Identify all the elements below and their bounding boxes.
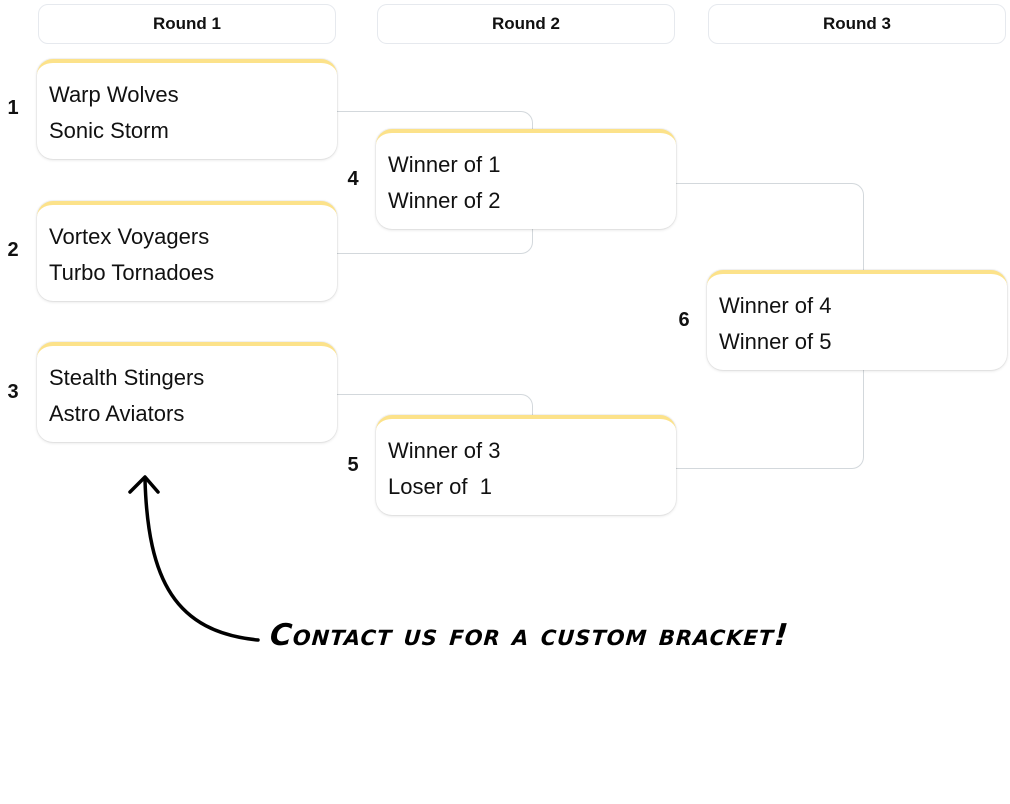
match-number-6: 6 bbox=[678, 309, 690, 331]
team-name: Sonic Storm bbox=[49, 118, 169, 143]
round-header-3: Round 3 bbox=[708, 4, 1006, 44]
contact-cta-text[interactable]: Contact us for a custom bracket! bbox=[269, 618, 790, 653]
match-card-4[interactable]: Winner of 1 Winner of 2 bbox=[376, 129, 676, 229]
match-number-5: 5 bbox=[347, 454, 359, 476]
team-name: Winner of 5 bbox=[719, 329, 832, 354]
team-name: Vortex Voyagers bbox=[49, 224, 210, 249]
match-card-5[interactable]: Winner of 3 Loser of 1 bbox=[376, 415, 676, 515]
team-name: Winner of 3 bbox=[388, 438, 501, 463]
connector-5-to-6 bbox=[676, 360, 864, 469]
team-name: Turbo Tornadoes bbox=[49, 260, 215, 285]
match-card-2[interactable]: Vortex Voyagers Turbo Tornadoes bbox=[37, 201, 337, 301]
match-card-3[interactable]: Stealth Stingers Astro Aviators bbox=[37, 342, 337, 442]
match-card-1[interactable]: Warp Wolves Sonic Storm bbox=[37, 59, 337, 159]
round-header-1: Round 1 bbox=[38, 4, 336, 44]
team-name: Winner of 4 bbox=[719, 293, 832, 318]
team-name: Astro Aviators bbox=[49, 401, 185, 426]
team-name: Warp Wolves bbox=[49, 82, 179, 107]
match-number-4: 4 bbox=[347, 168, 359, 190]
team-name: Winner of 1 bbox=[388, 152, 501, 177]
round-label: Round 2 bbox=[492, 14, 560, 33]
round-header-2: Round 2 bbox=[377, 4, 675, 44]
connector-4-to-6 bbox=[676, 183, 864, 283]
match-number-1: 1 bbox=[7, 97, 19, 119]
round-label: Round 3 bbox=[823, 14, 891, 33]
match-number-3: 3 bbox=[7, 381, 19, 403]
match-number-2: 2 bbox=[7, 239, 19, 261]
round-label: Round 1 bbox=[153, 14, 221, 33]
match-card-6[interactable]: Winner of 4 Winner of 5 bbox=[707, 270, 1007, 370]
team-name: Loser of 1 bbox=[388, 474, 492, 499]
team-name: Stealth Stingers bbox=[49, 365, 205, 390]
team-name: Winner of 2 bbox=[388, 188, 501, 213]
